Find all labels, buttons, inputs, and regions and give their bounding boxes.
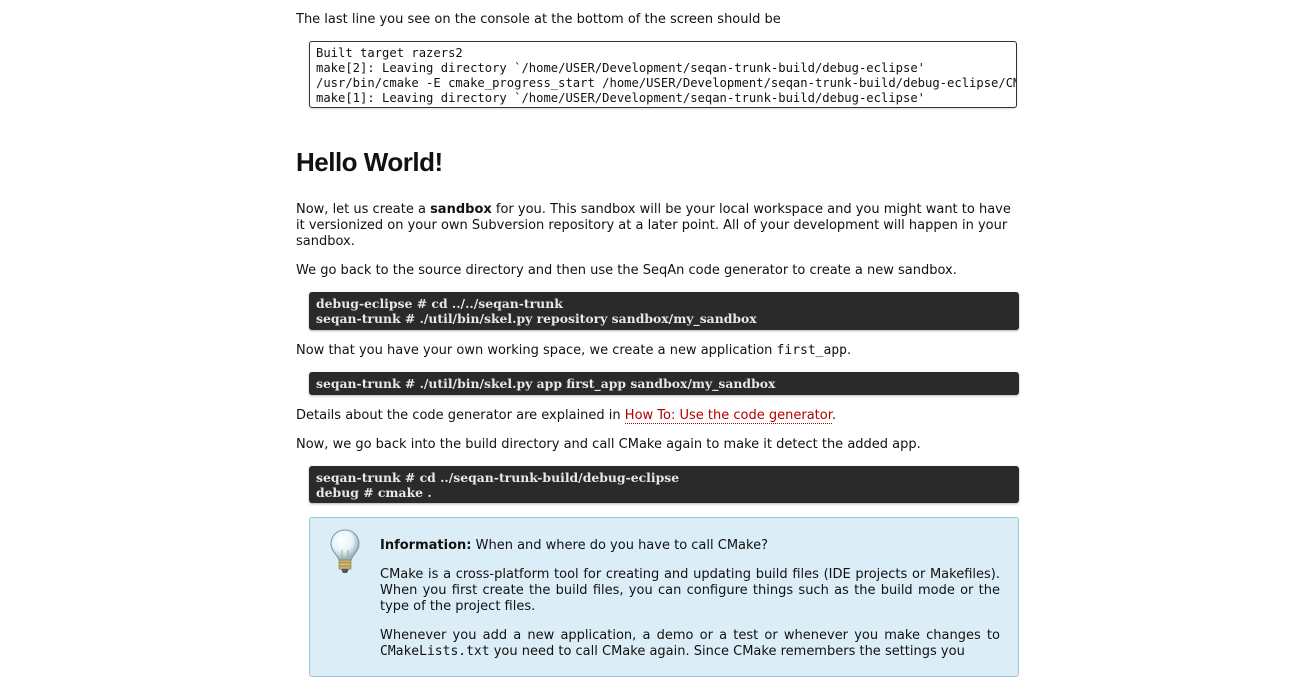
- info-label: Information:: [380, 538, 472, 553]
- info-paragraph-when: Whenever you add a new application, a de…: [380, 628, 1000, 660]
- details-text-post: .: [831, 408, 836, 423]
- code-line: seqan-trunk # ./util/bin/skel.py app fir…: [316, 376, 776, 391]
- code-line: debug # cmake .: [316, 485, 432, 500]
- working-text-pre: Now that you have your own working space…: [296, 343, 777, 358]
- console-line: make[2]: Leaving directory `/home/USER/D…: [316, 61, 926, 75]
- information-box: Information: When and where do you have …: [309, 517, 1019, 677]
- inline-code-first-app: first_app: [776, 343, 847, 358]
- code-generator-link[interactable]: How To: Use the code generator: [624, 408, 832, 424]
- info-title: Information: When and where do you have …: [380, 538, 768, 554]
- info-question: When and where do you have to call CMake…: [471, 538, 768, 553]
- sandbox-bold: sandbox: [430, 202, 492, 217]
- code-block-rerun-cmake: seqan-trunk # cd ../seqan-trunk-build/de…: [309, 466, 1019, 503]
- details-paragraph: Details about the code generator are exp…: [296, 408, 836, 424]
- details-text-pre: Details about the code generator are exp…: [296, 408, 625, 423]
- info-p2-post: you need to call CMake again. Since CMak…: [489, 644, 965, 659]
- info-paragraph-cmake: CMake is a cross-platform tool for creat…: [380, 567, 1000, 614]
- info-p2-pre: Whenever you add a new application, a de…: [380, 628, 1000, 643]
- code-block-create-sandbox: debug-eclipse # cd ../../seqan-trunk seq…: [309, 292, 1019, 330]
- console-intro-text: The last line you see on the console at …: [296, 12, 781, 27]
- working-text-post: .: [847, 343, 852, 358]
- console-line: Built target razers2: [316, 46, 463, 60]
- console-line: make[1]: Leaving directory `/home/USER/D…: [316, 91, 926, 105]
- console-line: /usr/bin/cmake -E cmake_progress_start /…: [316, 76, 1017, 90]
- lightbulb-icon: [330, 529, 360, 573]
- code-line: debug-eclipse # cd ../../seqan-trunk: [316, 296, 563, 311]
- inline-code-cmakelists: CMakeLists.txt: [380, 644, 490, 659]
- code-line: seqan-trunk # ./util/bin/skel.py reposit…: [316, 311, 757, 326]
- sandbox-paragraph: Now, let us create a sandbox for you. Th…: [296, 202, 1022, 250]
- goback-paragraph: We go back to the source directory and t…: [296, 263, 957, 278]
- console-output-block: Built target razers2 make[2]: Leaving di…: [309, 41, 1017, 108]
- section-heading: Hello World!: [296, 147, 443, 177]
- code-line: seqan-trunk # cd ../seqan-trunk-build/de…: [316, 470, 680, 485]
- code-block-create-app: seqan-trunk # ./util/bin/skel.py app fir…: [309, 372, 1019, 395]
- working-space-paragraph: Now that you have your own working space…: [296, 343, 851, 359]
- rerun-cmake-paragraph: Now, we go back into the build directory…: [296, 437, 921, 452]
- sandbox-text-pre: Now, let us create a: [296, 202, 431, 217]
